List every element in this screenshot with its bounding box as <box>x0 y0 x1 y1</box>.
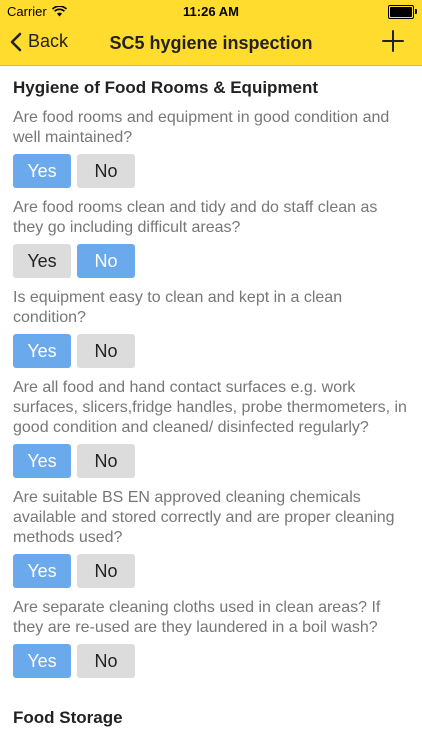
yes-button[interactable]: Yes <box>13 644 71 678</box>
yes-button[interactable]: Yes <box>13 154 71 188</box>
status-bar: Carrier 11:26 AM <box>0 0 422 22</box>
question-text: Is equipment easy to clean and kept in a… <box>13 289 343 326</box>
no-button[interactable]: No <box>77 244 135 278</box>
yes-button[interactable]: Yes <box>13 554 71 588</box>
question-item: Are suitable BS EN approved cleaning che… <box>13 488 409 588</box>
navigation-bar: Back SC5 hygiene inspection <box>0 22 422 66</box>
question-text: Are food rooms clean and tidy and do sta… <box>13 199 378 236</box>
question-text: Are suitable BS EN approved cleaning che… <box>13 489 395 546</box>
question-text: Are separate cleaning cloths used in cle… <box>13 599 381 636</box>
clock: 11:26 AM <box>183 4 239 19</box>
question-text: Are food rooms and equipment in good con… <box>13 109 390 146</box>
yes-button[interactable]: Yes <box>13 444 71 478</box>
no-button[interactable]: No <box>77 444 135 478</box>
yes-button[interactable]: Yes <box>13 334 71 368</box>
question-item: Is equipment easy to clean and kept in a… <box>13 288 409 368</box>
no-button[interactable]: No <box>77 554 135 588</box>
question-text: Are all food and hand contact surfaces e… <box>13 379 407 436</box>
question-item: Are food rooms and equipment in good con… <box>13 108 409 188</box>
section-title: Food Storage <box>13 708 123 727</box>
page-title: SC5 hygiene inspection <box>109 33 313 53</box>
no-button[interactable]: No <box>77 334 135 368</box>
question-item: Are separate cleaning cloths used in cle… <box>13 598 409 678</box>
no-button[interactable]: No <box>77 154 135 188</box>
no-button[interactable]: No <box>77 644 135 678</box>
inspection-form: Hygiene of Food Rooms & Equipment Are fo… <box>0 66 422 728</box>
yes-button[interactable]: Yes <box>13 244 71 278</box>
battery-icon <box>388 5 417 19</box>
section-title: Hygiene of Food Rooms & Equipment <box>13 78 319 97</box>
question-item: Are food rooms clean and tidy and do sta… <box>13 198 409 278</box>
plus-icon[interactable] <box>382 30 404 52</box>
question-item: Are all food and hand contact surfaces e… <box>13 378 409 478</box>
